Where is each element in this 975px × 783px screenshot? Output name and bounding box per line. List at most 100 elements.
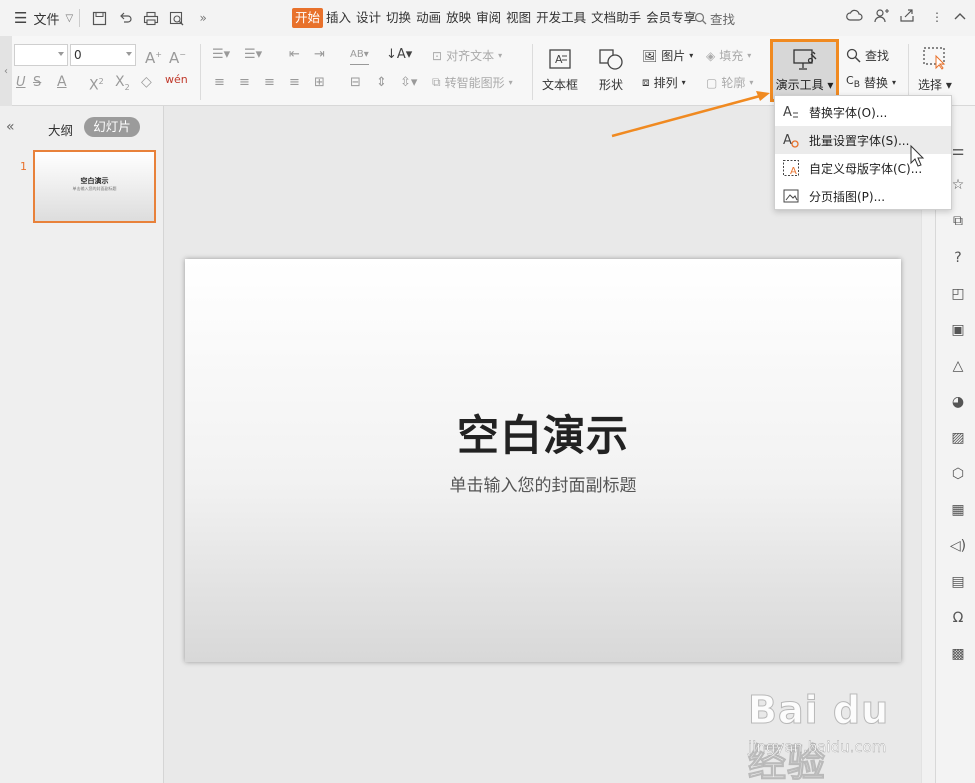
audio-icon[interactable]: ◁) (949, 537, 967, 555)
file-menu[interactable]: ☰ 文件 ▽ (0, 0, 73, 36)
arrange-button[interactable]: ⧈ 排列 ▾ (642, 74, 686, 91)
tab-slideshow[interactable]: 放映 (444, 8, 473, 28)
ribbon-scroll-left-icon[interactable]: ‹ (0, 36, 12, 106)
menu-item-page-illustration[interactable]: 分页插图(P)... (775, 182, 951, 210)
subscript-icon[interactable]: X2 (115, 73, 130, 97)
underline-icon[interactable]: U (16, 74, 26, 92)
justify-icon[interactable]: ≡ (289, 74, 300, 92)
slide-subtitle[interactable]: 单击输入您的封面副标题 (185, 471, 901, 496)
outline-button[interactable]: ▢ 轮廓 ▾ (706, 74, 753, 91)
palette-icon[interactable]: ◕ (949, 393, 967, 411)
align-right-icon[interactable]: ≡ (264, 74, 275, 92)
strikethrough-icon[interactable]: S (33, 74, 41, 92)
outline-label: 轮廓 (721, 76, 746, 90)
replace-button[interactable]: CB 替换 ▾ (846, 74, 896, 91)
shapes-icon[interactable]: ◰ (949, 285, 967, 303)
textbox-button[interactable]: A 文本框 (542, 48, 578, 93)
chevron-down-icon: ▾ (508, 78, 513, 87)
fill-button[interactable]: ◈ 填充 ▾ (706, 47, 751, 64)
pinyin-guide-icon[interactable]: wén (165, 71, 188, 89)
tab-outline[interactable]: 大纲 (48, 120, 73, 139)
picture-tools-icon[interactable]: ▩ (949, 645, 967, 663)
line-spacing-icon[interactable]: ⇕ (376, 74, 387, 92)
divider (908, 44, 909, 100)
more-chevron-icon[interactable]: » (193, 8, 213, 28)
select-button[interactable]: 选择 ▾ (918, 46, 952, 93)
more-options-icon[interactable]: ⋮ (931, 10, 943, 24)
decrease-font-icon[interactable]: A− (169, 46, 186, 67)
superscript-icon[interactable]: X2 (89, 73, 104, 95)
print-preview-icon[interactable] (167, 8, 187, 28)
divider (79, 9, 81, 27)
paragraph-spacing-icon[interactable]: ⇳▾ (400, 74, 417, 92)
font-name-combo[interactable] (14, 44, 68, 66)
demo-tools-dropdown: A 替换字体(O)... A 批量设置字体(S)... A 自定义母版字体(C)… (774, 95, 952, 210)
menu-item-master-font[interactable]: A 自定义母版字体(C)... (775, 154, 951, 182)
slide-library-icon[interactable]: ⧉ (949, 212, 967, 230)
demo-tools-button[interactable]: 演示工具 ▾ (770, 39, 839, 102)
batch-font-icon: A (781, 130, 801, 150)
tab-animation[interactable]: 动画 (414, 8, 443, 28)
decrease-indent-icon[interactable]: ⇤ (289, 46, 300, 64)
image-icon[interactable]: ▣ (949, 321, 967, 339)
document-icon[interactable]: ▤ (949, 573, 967, 591)
picture-library-icon[interactable]: ▨ (949, 429, 967, 447)
increase-font-icon[interactable]: A+ (145, 46, 162, 67)
picture-button[interactable]: 🖼 图片 ▾ (642, 47, 693, 64)
outline-icon: ▢ (706, 75, 718, 90)
font-size-combo[interactable]: 0 (70, 44, 136, 66)
svg-text:A: A (783, 105, 792, 120)
tab-doc-assistant[interactable]: 文档助手 (589, 8, 643, 28)
print-icon[interactable] (141, 8, 161, 28)
help-icon[interactable]: ? (949, 249, 967, 267)
cloud-sync-icon[interactable] (846, 8, 863, 26)
tab-transition[interactable]: 切换 (384, 8, 413, 28)
collapse-panel-icon[interactable]: « (6, 119, 15, 135)
tab-view[interactable]: 视图 (504, 8, 533, 28)
tab-insert[interactable]: 插入 (324, 8, 353, 28)
increase-indent-icon[interactable]: ⇥ (314, 46, 325, 64)
tab-review[interactable]: 审阅 (474, 8, 503, 28)
numbered-list-icon[interactable]: ☰▾ (244, 46, 262, 64)
align-center-icon[interactable]: ≡ (239, 74, 250, 92)
tab-slides[interactable]: 幻灯片 (84, 117, 140, 137)
collaborate-user-icon[interactable] (873, 8, 889, 26)
text-direction-icon[interactable]: ↓A▾ (386, 46, 412, 64)
distribute-icon[interactable]: ⊞ (314, 74, 325, 92)
clear-format-icon[interactable]: ◇ (141, 73, 152, 91)
find-button[interactable]: 查找 (846, 47, 889, 64)
char-spacing-icon[interactable]: AB▾ (350, 46, 369, 65)
shape-button[interactable]: 形状 (598, 48, 624, 93)
undo-icon[interactable] (115, 8, 135, 28)
tab-design[interactable]: 设计 (354, 8, 383, 28)
share-icon[interactable] (899, 8, 915, 26)
save-icon[interactable] (89, 8, 109, 28)
thumbnail-title: 空白演示 (80, 177, 109, 185)
font-color-icon[interactable]: A (57, 73, 67, 91)
slide-thumbnail[interactable]: 空白演示 单击输入您的封面副标题 (33, 150, 156, 223)
table-icon[interactable]: ▦ (949, 501, 967, 519)
menu-item-batch-font[interactable]: A 批量设置字体(S)... (775, 126, 951, 154)
align-text-button[interactable]: ⊡ 对齐文本 ▾ (432, 47, 502, 64)
tab-home[interactable]: 开始 (292, 8, 324, 28)
collapse-ribbon-icon[interactable] (953, 10, 967, 24)
bullet-list-icon[interactable]: ☰▾ (212, 46, 230, 64)
slide-title[interactable]: 空白演示 (185, 402, 901, 463)
search-icon (694, 12, 707, 25)
slide[interactable]: 空白演示 单击输入您的封面副标题 (185, 259, 901, 662)
demo-tools-label: 演示工具 ▾ (775, 78, 834, 92)
smart-shape-button[interactable]: ⧉ 转智能图形 ▾ (432, 74, 513, 91)
thumbnail-subtitle: 单击输入您的封面副标题 (72, 186, 117, 191)
tab-membership[interactable]: 会员专享 (644, 8, 698, 28)
tab-developer[interactable]: 开发工具 (534, 8, 588, 28)
animation-icon[interactable]: △ (949, 357, 967, 375)
align-left-icon[interactable]: ≡ (214, 74, 225, 92)
replace-label: 替换 (863, 76, 888, 90)
columns-icon[interactable]: ⊟ (350, 74, 361, 92)
textbox-label: 文本框 (542, 78, 579, 92)
hexagon-icon[interactable]: ⬡ (949, 465, 967, 483)
search-icon (846, 48, 861, 63)
menu-item-replace-font[interactable]: A 替换字体(O)... (775, 98, 951, 126)
symbol-omega-icon[interactable]: Ω (949, 609, 967, 627)
search-command[interactable]: 查找 (694, 9, 735, 28)
